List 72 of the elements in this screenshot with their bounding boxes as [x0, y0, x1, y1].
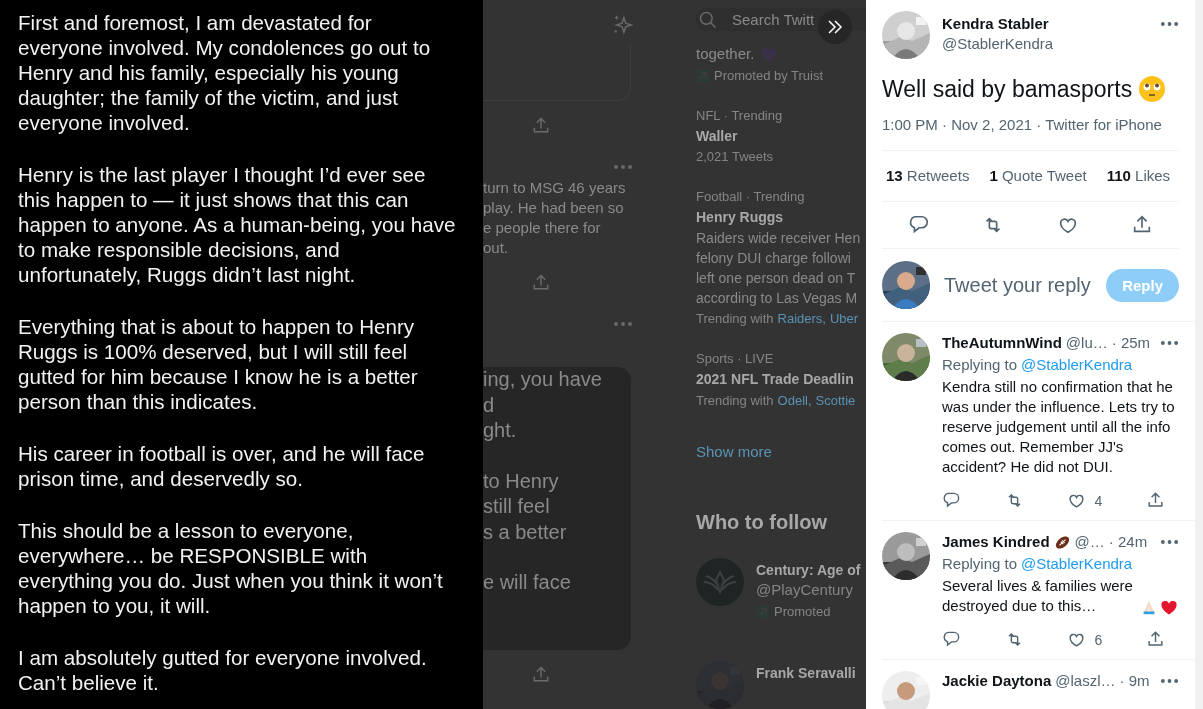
stat-link[interactable]: 1 Quote Tweet — [989, 166, 1087, 186]
tweet-text: Well said by bamasports — [882, 75, 1133, 104]
logo-icon — [696, 558, 744, 606]
more-icon[interactable] — [1160, 678, 1179, 684]
like-count: 6 — [1094, 631, 1103, 648]
account-name[interactable]: Century: Age of — [756, 560, 861, 580]
trend-description: Raiders wide receiver Hen felony DUI charge followi left one person dead on T according to Las Vegas M — [696, 229, 861, 308]
reply-author[interactable]: James Kindred — [942, 532, 1050, 552]
more-icon[interactable] — [1160, 340, 1179, 346]
account-name[interactable]: Frank Seravalli — [756, 663, 856, 683]
search-placeholder: Search Twitt — [732, 11, 815, 28]
trend-link[interactable]: Raiders, — [777, 310, 826, 328]
trend-title[interactable]: Henry Ruggs — [696, 206, 784, 228]
story-paragraph: First and foremost, I am devastated for everyone involved. My condolences go out to Henry and his family, especially his young daughter; the family of the victim, and just everyone involved. — [18, 10, 432, 135]
share-icon[interactable] — [1146, 491, 1165, 510]
expand-button[interactable] — [818, 10, 852, 44]
replying-label: Replying to — [942, 355, 1018, 375]
trending-with-label: Trending with — [696, 310, 774, 328]
image-text: e will face — [483, 570, 572, 595]
search-icon — [698, 9, 718, 30]
reply-text: Kendra still no confirmation that he was under the influence. Lets try to reserve judgement until all the info comes out. Remember JJ's accident? He did not DUI. — [942, 377, 1176, 477]
like-count: 4 — [1094, 492, 1103, 509]
story-paragraph: Henry is the last player I thought I’d ever see this happen to — it just shows that this can happen to anyone. As a human-being, you have to make responsible decisions, and unfortunately, Ruggs didn’t last night. — [18, 162, 457, 287]
reply-time[interactable]: · 9m — [1119, 671, 1150, 691]
trend-context: NFL · Trending — [696, 107, 783, 125]
story-paragraph: I am absolutely gutted for everyone involved. Can’t believe it. — [18, 645, 428, 695]
trend-link[interactable]: Scottie — [815, 392, 856, 410]
more-icon[interactable] — [1160, 539, 1179, 545]
account-handle: @PlayCentury — [756, 580, 853, 600]
author-handle[interactable]: @StablerKendra — [942, 34, 1148, 54]
story-paragraph: This should be a lesson to everyone, everywhere… be RESPONSIBLE with everything you do. Just when you think it won’t happen to you, it will. — [18, 518, 444, 618]
story-paragraph: His career in football is over, and he will face prison time, and deservedly so. — [18, 441, 426, 491]
more-icon[interactable] — [1160, 21, 1179, 27]
ad-text: together. — [696, 44, 755, 64]
reply-handle[interactable]: @lu… — [1065, 333, 1108, 353]
reply-handle[interactable]: @laszl… — [1055, 671, 1116, 691]
image-text: still feel — [483, 494, 551, 519]
chevrons-icon — [826, 18, 844, 36]
image-text: ing, you have — [483, 367, 603, 392]
story-paragraph: Everything that is about to happen to Henry Ruggs is 100% deserved, but I will still feel gutted for him because I know he is a better person than this indicates. — [18, 314, 419, 414]
section-heading: Who to follow — [696, 510, 828, 535]
reply-time[interactable]: · 24m — [1108, 532, 1148, 552]
tweet-text: turn to MSG 46 years play. He had been so e people there for out. — [483, 178, 626, 258]
share-icon[interactable] — [1146, 630, 1165, 649]
trending-with-label: Trending with — [696, 392, 774, 410]
reply-author[interactable]: Jackie Daytona — [942, 671, 1052, 691]
stat-link[interactable]: 13 Retweets — [886, 166, 970, 186]
reply-text: Several lives & families were destroyed due to this… — [942, 576, 1134, 616]
tweet-count: 2,021 Tweets — [696, 148, 774, 166]
author-name[interactable]: Kendra Stabler — [942, 14, 1148, 34]
replying-label: Replying to — [942, 554, 1018, 574]
trend-link[interactable]: Odell, — [777, 392, 812, 410]
emoji-icon — [1138, 75, 1167, 103]
reply-handle[interactable]: @… — [1074, 532, 1105, 552]
reply-author[interactable]: TheAutumnWind — [942, 333, 1062, 353]
trend-context: Sports · LIVE — [696, 350, 774, 368]
show-more-link[interactable]: Show more — [696, 442, 772, 462]
trend-link[interactable]: Uber — [830, 310, 859, 328]
reply-time[interactable]: · 25m — [1111, 333, 1151, 353]
image-text: d — [483, 392, 496, 418]
reply-icon[interactable] — [942, 630, 961, 649]
reply-icon[interactable] — [942, 491, 961, 510]
trend-context: Football · Trending — [696, 188, 805, 206]
image-text: to Henry — [483, 468, 560, 494]
promoted-label: Promoted by Truist — [714, 67, 824, 85]
trend-title[interactable]: Waller — [696, 125, 738, 147]
trend-title[interactable]: 2021 NFL Trade Deadlin — [696, 368, 854, 390]
image-text: s a better — [483, 519, 568, 545]
image-text: ght. — [483, 418, 518, 443]
promoted-label: Promoted — [774, 603, 831, 621]
stat-link[interactable]: 110 Likes — [1106, 166, 1171, 186]
tweet-timestamp[interactable]: 1:00 PM · Nov 2, 2021 · Twitter for iPhone — [882, 115, 1179, 151]
